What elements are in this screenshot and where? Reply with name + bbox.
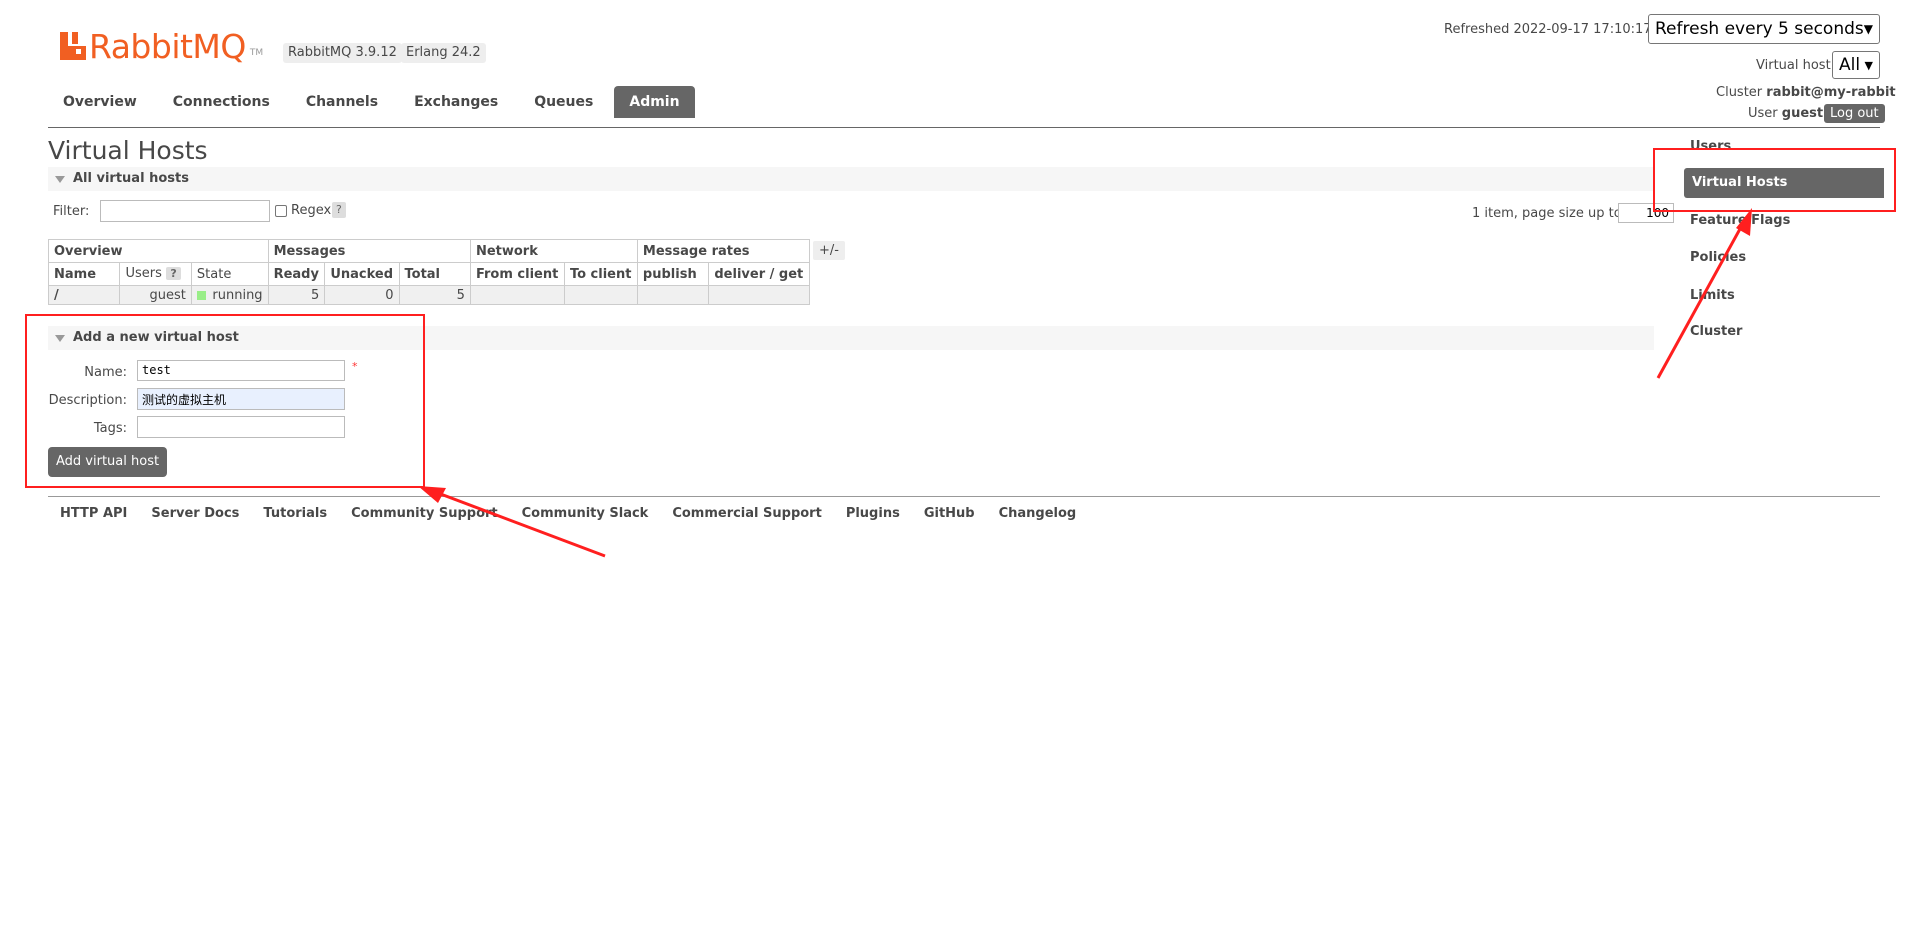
annotation-arrow-icon bbox=[1656, 208, 1752, 379]
annotation-arrow-icon bbox=[418, 486, 606, 558]
annotation-arrows bbox=[418, 208, 1752, 558]
